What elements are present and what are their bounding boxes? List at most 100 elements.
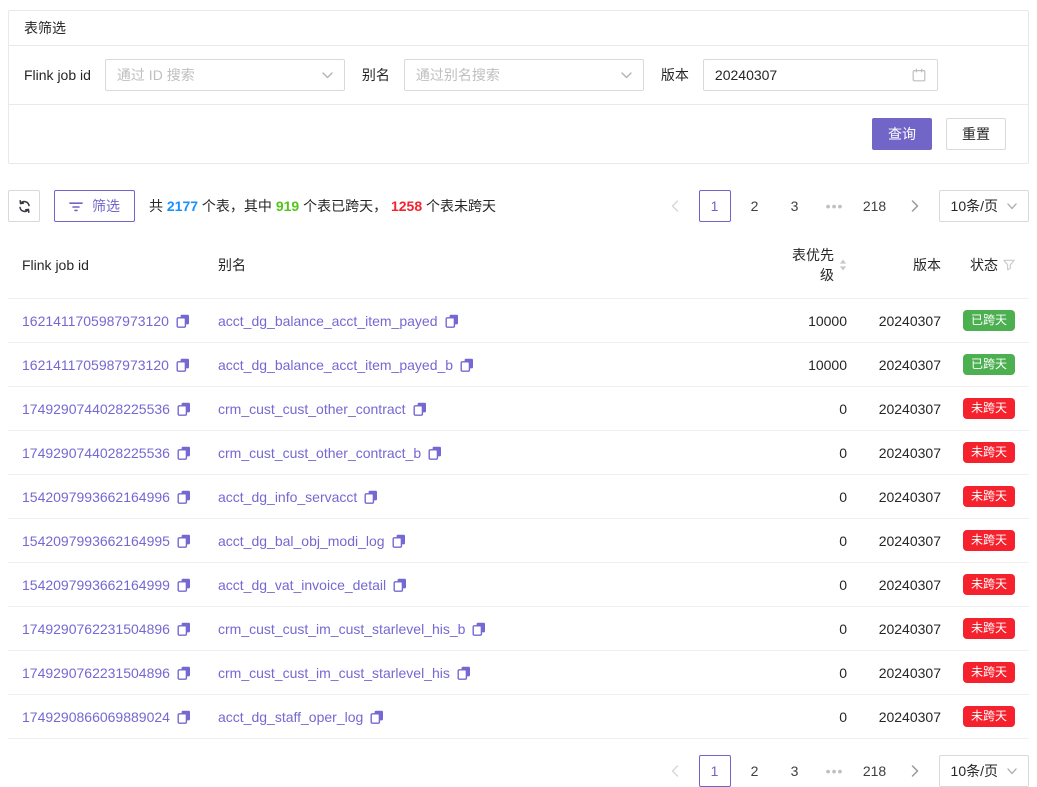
alias-link[interactable]: acct_dg_vat_invoice_detail bbox=[218, 577, 386, 593]
copy-icon[interactable] bbox=[177, 446, 191, 460]
flink-job-id-field: Flink job id 通过 ID 搜索 bbox=[24, 59, 345, 91]
flink-job-id-link[interactable]: 1749290762231504896 bbox=[22, 665, 170, 681]
page-button-218[interactable]: 218 bbox=[859, 755, 891, 787]
priority-cell: 10000 bbox=[783, 343, 861, 387]
flink-job-id-link[interactable]: 1542097993662164999 bbox=[22, 577, 170, 593]
copy-icon[interactable] bbox=[413, 402, 427, 416]
flink-job-id-link[interactable]: 1621411705987973120 bbox=[22, 357, 169, 373]
copy-icon[interactable] bbox=[457, 666, 471, 680]
funnel-filter-icon[interactable] bbox=[1003, 259, 1015, 271]
reset-button[interactable]: 重置 bbox=[946, 118, 1006, 150]
copy-icon[interactable] bbox=[472, 622, 486, 636]
priority-cell: 0 bbox=[783, 387, 861, 431]
priority-cell: 0 bbox=[783, 475, 861, 519]
flink-job-id-link[interactable]: 1749290744028225536 bbox=[22, 401, 170, 417]
status-badge: 已跨天 bbox=[963, 354, 1015, 375]
version-date-input[interactable]: 20240307 bbox=[703, 59, 938, 91]
priority-cell: 0 bbox=[783, 695, 861, 739]
column-header-priority-label: 表优先级 bbox=[783, 245, 834, 285]
alias-link[interactable]: crm_cust_cust_im_cust_starlevel_his_b bbox=[218, 621, 465, 637]
page-button-1[interactable]: 1 bbox=[699, 190, 731, 222]
filter-button[interactable]: 筛选 bbox=[54, 190, 135, 222]
page-size-select[interactable]: 10条/页 bbox=[939, 190, 1029, 222]
filter-fields-row: Flink job id 通过 ID 搜索 别名 通过别名搜索 版本 20240… bbox=[9, 46, 1028, 105]
copy-icon[interactable] bbox=[393, 578, 407, 592]
chevron-down-icon bbox=[322, 72, 333, 79]
priority-cell: 10000 bbox=[783, 299, 861, 343]
copy-icon[interactable] bbox=[370, 710, 384, 724]
version-cell: 20240307 bbox=[861, 651, 949, 695]
copy-icon[interactable] bbox=[177, 490, 191, 504]
flink-job-id-link[interactable]: 1542097993662164995 bbox=[22, 533, 170, 549]
copy-icon[interactable] bbox=[177, 666, 191, 680]
prev-page-button[interactable] bbox=[659, 190, 691, 222]
status-badge: 未跨天 bbox=[963, 662, 1015, 683]
flink-job-id-link[interactable]: 1749290762231504896 bbox=[22, 621, 170, 637]
copy-icon[interactable] bbox=[177, 622, 191, 636]
summary-text: 个表已跨天， bbox=[299, 198, 391, 214]
copy-icon[interactable] bbox=[364, 490, 378, 504]
alias-link[interactable]: crm_cust_cust_im_cust_starlevel_his bbox=[218, 665, 450, 681]
page-size-select[interactable]: 10条/页 bbox=[939, 755, 1029, 787]
sorter-icon[interactable] bbox=[839, 259, 847, 271]
page-button-3[interactable]: 3 bbox=[779, 755, 811, 787]
alias-link[interactable]: acct_dg_bal_obj_modi_log bbox=[218, 533, 385, 549]
copy-icon[interactable] bbox=[428, 446, 442, 460]
alias-link[interactable]: acct_dg_balance_acct_item_payed bbox=[218, 313, 438, 329]
filter-lines-icon bbox=[69, 200, 83, 212]
version-date-value: 20240307 bbox=[715, 67, 777, 83]
prev-page-button[interactable] bbox=[659, 755, 691, 787]
copy-icon[interactable] bbox=[460, 358, 474, 372]
flink-job-id-link[interactable]: 1621411705987973120 bbox=[22, 313, 169, 329]
alias-link[interactable]: crm_cust_cust_other_contract_b bbox=[218, 445, 421, 461]
summary-text: 个表未跨天 bbox=[422, 198, 496, 214]
version-cell: 20240307 bbox=[861, 299, 949, 343]
copy-icon[interactable] bbox=[177, 402, 191, 416]
flink-job-id-link[interactable]: 1749290744028225536 bbox=[22, 445, 170, 461]
refresh-button[interactable] bbox=[8, 190, 40, 222]
version-label: 版本 bbox=[661, 65, 689, 85]
page-button-2[interactable]: 2 bbox=[739, 190, 771, 222]
alias-link[interactable]: acct_dg_info_servacct bbox=[218, 489, 357, 505]
status-badge: 未跨天 bbox=[963, 398, 1015, 419]
bottom-pager-row: 1 2 3 ••• 218 10条/页 bbox=[8, 755, 1029, 787]
priority-cell: 0 bbox=[783, 519, 861, 563]
column-header-priority[interactable]: 表优先级 bbox=[783, 232, 861, 299]
page-button-1[interactable]: 1 bbox=[699, 755, 731, 787]
copy-icon[interactable] bbox=[392, 534, 406, 548]
page-ellipsis[interactable]: ••• bbox=[819, 198, 851, 214]
filter-card: 表筛选 Flink job id 通过 ID 搜索 别名 通过别名搜索 版本 bbox=[8, 10, 1029, 164]
alias-link[interactable]: crm_cust_cust_other_contract bbox=[218, 401, 406, 417]
query-button[interactable]: 查询 bbox=[872, 118, 932, 150]
page-ellipsis[interactable]: ••• bbox=[819, 763, 851, 779]
priority-cell: 0 bbox=[783, 607, 861, 651]
column-header-status-label: 状态 bbox=[970, 255, 998, 275]
flink-job-id-label: Flink job id bbox=[24, 67, 91, 83]
alias-link[interactable]: acct_dg_staff_oper_log bbox=[218, 709, 363, 725]
copy-icon[interactable] bbox=[176, 358, 190, 372]
copy-icon[interactable] bbox=[445, 314, 459, 328]
page-button-3[interactable]: 3 bbox=[779, 190, 811, 222]
version-cell: 20240307 bbox=[861, 519, 949, 563]
page-button-2[interactable]: 2 bbox=[739, 755, 771, 787]
flink-job-id-link[interactable]: 1749290866069889024 bbox=[22, 709, 170, 725]
flink-job-id-select[interactable]: 通过 ID 搜索 bbox=[105, 59, 345, 91]
table-row: 1749290866069889024 acct_dg_staff_oper_l… bbox=[8, 695, 1029, 739]
next-page-button[interactable] bbox=[899, 755, 931, 787]
copy-icon[interactable] bbox=[176, 314, 190, 328]
column-header-alias: 别名 bbox=[204, 232, 783, 299]
copy-icon[interactable] bbox=[177, 578, 191, 592]
alias-select[interactable]: 通过别名搜索 bbox=[404, 59, 644, 91]
copy-icon[interactable] bbox=[177, 534, 191, 548]
copy-icon[interactable] bbox=[177, 710, 191, 724]
alias-link[interactable]: acct_dg_balance_acct_item_payed_b bbox=[218, 357, 453, 373]
status-badge: 已跨天 bbox=[963, 310, 1015, 331]
version-cell: 20240307 bbox=[861, 607, 949, 651]
status-badge: 未跨天 bbox=[963, 574, 1015, 595]
page-button-218[interactable]: 218 bbox=[859, 190, 891, 222]
column-header-flink-job-id: Flink job id bbox=[8, 232, 204, 299]
flink-job-id-link[interactable]: 1542097993662164996 bbox=[22, 489, 170, 505]
table-row: 1749290762231504896 crm_cust_cust_im_cus… bbox=[8, 607, 1029, 651]
table-toolbar: 筛选 共 2177 个表，其中 919 个表已跨天， 1258 个表未跨天 1 … bbox=[8, 190, 1029, 222]
next-page-button[interactable] bbox=[899, 190, 931, 222]
